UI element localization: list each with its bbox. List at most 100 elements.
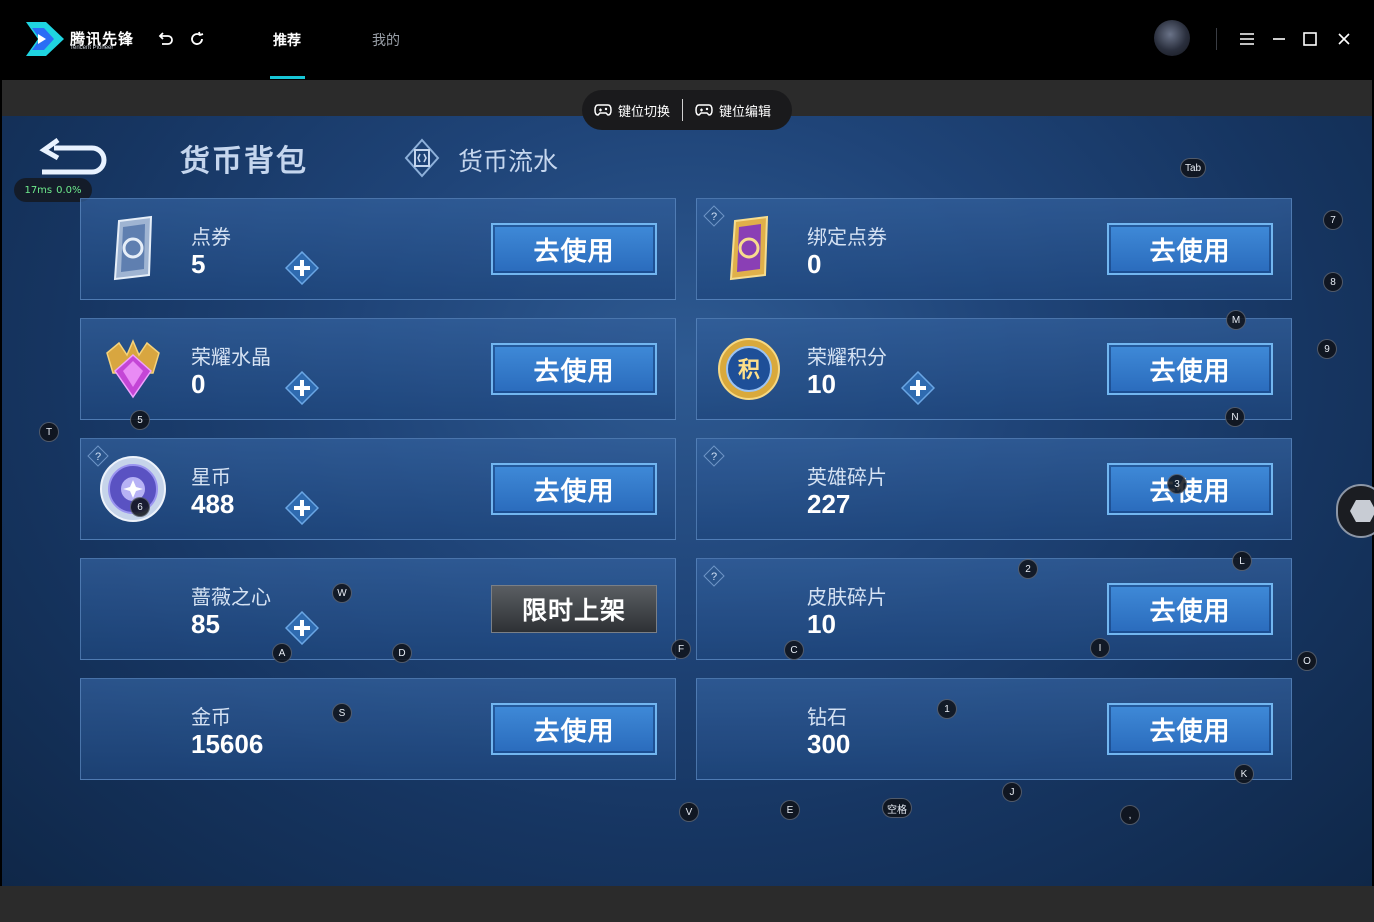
glory-crystal-icon: [106, 339, 160, 399]
svg-text:?: ?: [711, 571, 717, 583]
hexagon-icon: [1350, 500, 1374, 522]
use-button[interactable]: 去使用: [491, 343, 657, 395]
currency-flow-icon[interactable]: [402, 138, 442, 178]
limited-time-button[interactable]: 限时上架: [491, 585, 657, 633]
use-button[interactable]: 去使用: [491, 703, 657, 755]
key-badge-7[interactable]: 7: [1323, 210, 1343, 230]
key-badge-5[interactable]: 5: [130, 410, 150, 430]
help-icon[interactable]: ?: [703, 565, 725, 587]
titlebar-divider: [1216, 28, 1217, 50]
tab-recommend[interactable]: 推荐: [273, 30, 301, 50]
menu-icon[interactable]: [1236, 28, 1258, 50]
key-badge-f[interactable]: F: [671, 639, 691, 659]
currency-card-bound-voucher: ? 绑定点券 0 去使用: [696, 198, 1292, 300]
currency-value: 0: [807, 249, 822, 279]
key-badge-space[interactable]: 空格: [882, 798, 912, 818]
key-badge-m[interactable]: M: [1226, 310, 1246, 330]
key-badge-3[interactable]: 3: [1167, 474, 1187, 494]
page-title[interactable]: 货币背包: [180, 136, 308, 180]
key-control-bar: 键位切换 键位编辑: [582, 90, 792, 130]
back-icon[interactable]: [154, 28, 176, 50]
add-currency-button[interactable]: [285, 611, 319, 645]
currency-value: 85: [191, 609, 220, 639]
gamepad-icon: [594, 104, 612, 116]
currency-value: 227: [807, 489, 851, 519]
svg-text:?: ?: [711, 451, 717, 463]
currency-value: 300: [807, 729, 851, 759]
key-badge-a[interactable]: A: [272, 643, 292, 663]
currency-card-hero-shard: ? 英雄碎片 227 去使用: [696, 438, 1292, 540]
add-currency-button[interactable]: [901, 371, 935, 405]
use-button[interactable]: 去使用: [491, 463, 657, 515]
currency-card-gold: 金币 15606 去使用: [80, 678, 676, 780]
add-currency-button[interactable]: [285, 491, 319, 525]
glory-points-icon: 积: [718, 338, 780, 400]
back-arrow-icon[interactable]: [36, 138, 108, 178]
voucher-card-icon: [113, 215, 153, 281]
key-badge-comma[interactable]: ,: [1120, 805, 1140, 825]
tab-active-indicator: [270, 76, 305, 79]
key-edit-button[interactable]: 键位编辑: [683, 90, 783, 130]
key-badge-t[interactable]: T: [39, 422, 59, 442]
currency-value: 5: [191, 249, 206, 279]
tab-mine[interactable]: 我的: [372, 30, 400, 50]
app-logo-icon: [26, 22, 64, 56]
key-badge-tab[interactable]: Tab: [1180, 158, 1207, 178]
key-badge-i[interactable]: I: [1090, 638, 1110, 658]
minimize-icon[interactable]: [1268, 28, 1290, 50]
key-badge-d[interactable]: D: [392, 643, 412, 663]
currency-card-voucher: 点券 5 去使用: [80, 198, 676, 300]
key-badge-e[interactable]: E: [780, 800, 800, 820]
use-button[interactable]: 去使用: [1107, 343, 1273, 395]
key-badge-6[interactable]: 6: [130, 497, 150, 517]
currency-name: 蔷薇之心: [191, 585, 271, 609]
key-badge-k[interactable]: K: [1234, 764, 1254, 784]
key-badge-1[interactable]: 1: [937, 699, 957, 719]
tab-currency-flow[interactable]: 货币流水: [458, 142, 558, 178]
key-badge-8[interactable]: 8: [1323, 272, 1343, 292]
refresh-icon[interactable]: [186, 28, 208, 50]
title-bar: 腾讯先锋 Tencent Pioneer 推荐 我的: [0, 0, 1374, 80]
add-currency-button[interactable]: [285, 371, 319, 405]
key-badge-v[interactable]: V: [679, 802, 699, 822]
key-badge-9[interactable]: 9: [1317, 339, 1337, 359]
help-icon[interactable]: ?: [703, 445, 725, 467]
add-currency-button[interactable]: [285, 251, 319, 285]
side-panel-handle[interactable]: [1336, 484, 1374, 538]
use-button[interactable]: 去使用: [1107, 463, 1273, 515]
currency-value: 10: [807, 369, 836, 399]
currency-name: 荣耀积分: [807, 345, 887, 369]
user-avatar[interactable]: [1154, 20, 1190, 56]
key-badge-o[interactable]: O: [1297, 651, 1317, 671]
key-edit-label: 键位编辑: [719, 104, 772, 120]
currency-name: 荣耀水晶: [191, 345, 271, 369]
currency-name: 金币: [191, 705, 231, 729]
key-badge-2[interactable]: 2: [1018, 559, 1038, 579]
currency-name: 皮肤碎片: [807, 585, 887, 609]
maximize-icon[interactable]: [1299, 28, 1321, 50]
use-button[interactable]: 去使用: [1107, 583, 1273, 635]
key-badge-l[interactable]: L: [1232, 551, 1252, 571]
currency-name: 星币: [191, 465, 231, 489]
key-badge-n[interactable]: N: [1225, 407, 1245, 427]
currency-name: 点券: [191, 225, 231, 249]
currency-name: 英雄碎片: [807, 465, 887, 489]
key-badge-w[interactable]: W: [332, 583, 352, 603]
key-badge-c[interactable]: C: [784, 640, 804, 660]
currency-value: 15606: [191, 729, 264, 759]
key-control-divider: [682, 99, 684, 121]
use-button[interactable]: 去使用: [1107, 223, 1273, 275]
currency-card-glory-crystal: 荣耀水晶 0 去使用: [80, 318, 676, 420]
key-badge-j[interactable]: J: [1002, 782, 1022, 802]
currency-value: 0: [191, 369, 206, 399]
packet-loss-value: 0.0%: [56, 184, 82, 196]
key-badge-s[interactable]: S: [332, 703, 352, 723]
use-button[interactable]: 去使用: [491, 223, 657, 275]
key-switch-button[interactable]: 键位切换: [582, 90, 682, 130]
currency-value: 10: [807, 609, 836, 639]
svg-text:积: 积: [738, 358, 760, 383]
currency-card-rose-heart: 蔷薇之心 85 限时上架: [80, 558, 676, 660]
close-icon[interactable]: [1333, 28, 1355, 50]
use-button[interactable]: 去使用: [1107, 703, 1273, 755]
currency-value: 488: [191, 489, 235, 519]
